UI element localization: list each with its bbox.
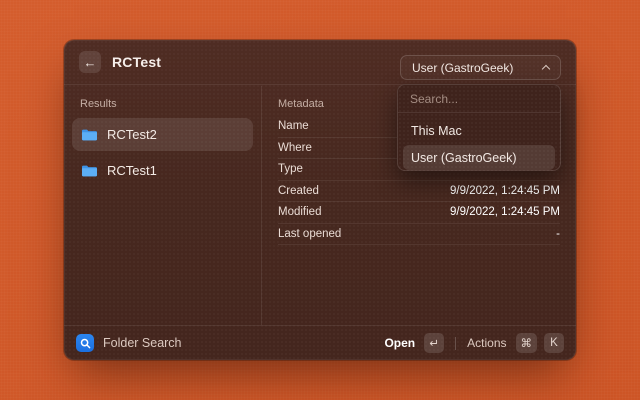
footer-actions: Open ↵ Actions ⌘ K (384, 333, 564, 353)
page-title: RCTest (112, 54, 161, 70)
list-item-rctest2[interactable]: RCTest2 (72, 118, 253, 151)
dropdown-search-input[interactable]: Search... (398, 85, 560, 113)
scope-dropdown-menu: Search... This Mac User (GastroGeek) (397, 84, 561, 171)
dropdown-option-this-mac[interactable]: This Mac (403, 118, 555, 143)
folder-icon (81, 128, 98, 142)
list-item-label: RCTest1 (107, 163, 157, 178)
chevron-up-icon (542, 65, 550, 73)
footer-bar: Folder Search Open ↵ Actions ⌘ K (64, 325, 576, 360)
folder-search-app-icon (76, 334, 94, 352)
open-action-label[interactable]: Open (384, 336, 415, 350)
footer-separator (455, 337, 456, 350)
list-item-rctest1[interactable]: RCTest1 (72, 154, 253, 187)
footer-command-title: Folder Search (103, 336, 182, 350)
dropdown-options: This Mac User (GastroGeek) (398, 113, 560, 177)
metadata-row-last-opened: Last opened - (278, 224, 560, 246)
results-header: Results (80, 98, 253, 110)
k-key-badge: K (544, 333, 564, 353)
actions-menu-label[interactable]: Actions (467, 336, 506, 350)
metadata-row-modified: Modified 9/9/2022, 1:24:45 PM (278, 202, 560, 224)
back-button[interactable]: ← (79, 51, 101, 73)
desktop-background: ← RCTest User (GastroGeek) Results (0, 0, 640, 400)
window-header: ← RCTest User (GastroGeek) (64, 40, 576, 85)
folder-search-window: ← RCTest User (GastroGeek) Results (64, 40, 576, 360)
dropdown-search-placeholder: Search... (410, 92, 458, 106)
metadata-row-created: Created 9/9/2022, 1:24:45 PM (278, 181, 560, 203)
scope-dropdown-button[interactable]: User (GastroGeek) (400, 55, 561, 80)
return-key-badge: ↵ (424, 333, 444, 353)
folder-icon (81, 164, 98, 178)
list-item-label: RCTest2 (107, 127, 157, 142)
dropdown-option-user-gastrogeek[interactable]: User (GastroGeek) (403, 145, 555, 170)
results-panel: Results RCTest2 (64, 86, 261, 325)
cmd-key-badge: ⌘ (516, 333, 538, 353)
back-arrow-icon: ← (84, 55, 97, 70)
scope-selected-label: User (GastroGeek) (412, 61, 513, 75)
search-icon (80, 338, 91, 349)
